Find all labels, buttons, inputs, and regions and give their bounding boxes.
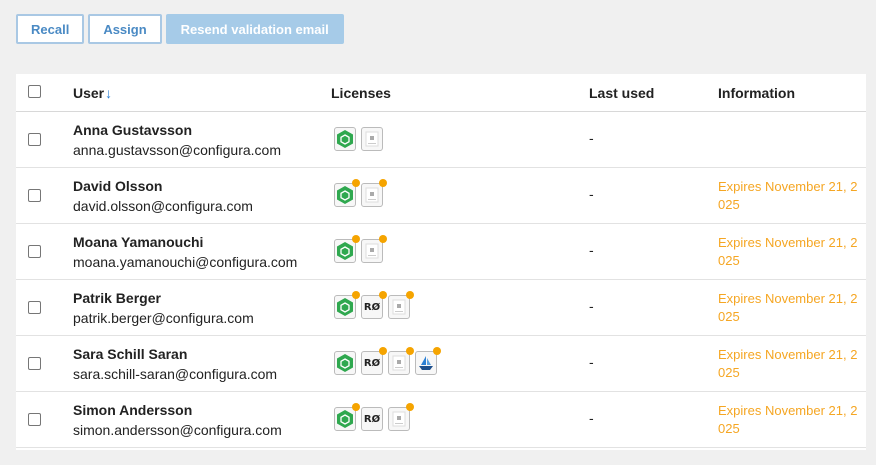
pending-indicator-dot (352, 179, 360, 187)
pending-indicator-dot (406, 347, 414, 355)
last-used-value: - (589, 298, 594, 314)
license-list: RØ (334, 403, 414, 431)
pending-indicator-dot (433, 347, 441, 355)
column-header-licenses: Licenses (331, 85, 391, 101)
user-name: Moana Yamanouchi (73, 234, 204, 250)
expiry-info: Expires November 21, 2025 (718, 403, 858, 436)
user-email: sara.schill-saran@configura.com (73, 366, 278, 382)
resend-validation-email-button[interactable]: Resend validation email (165, 14, 344, 44)
license-badge[interactable]: RØ (361, 291, 387, 319)
pending-indicator-dot (379, 291, 387, 299)
last-used-value: - (589, 410, 594, 426)
pending-indicator-dot (406, 403, 414, 411)
license-badge[interactable] (415, 347, 441, 375)
user-email: moana.yamanouchi@configura.com (73, 254, 298, 270)
sort-down-arrow-icon: ↓ (105, 85, 113, 101)
document-icon (365, 187, 379, 203)
column-header-last-used: Last used (589, 85, 655, 101)
hexagon-icon (337, 354, 353, 372)
row-checkbox[interactable] (28, 357, 41, 370)
license-badge[interactable]: RØ (361, 347, 387, 375)
expiry-info: Expires November 21, 2025 (718, 235, 858, 268)
hexagon-icon (337, 186, 353, 204)
table-row[interactable]: Patrik Berger patrik.berger@configura.com… (16, 280, 866, 336)
column-header-user-label: User (73, 85, 105, 101)
license-list: RØ (334, 347, 441, 375)
table-header: User↓ Licenses Last used Information (16, 74, 866, 112)
pending-indicator-dot (379, 347, 387, 355)
row-checkbox[interactable] (28, 301, 41, 314)
assign-button[interactable]: Assign (88, 14, 162, 44)
row-checkbox[interactable] (28, 189, 41, 202)
license-list: RØ (334, 291, 414, 319)
user-name: Sara Schill Saran (73, 346, 188, 362)
user-name: Anna Gustavsson (73, 122, 193, 138)
last-used-value: - (589, 186, 594, 202)
table-row[interactable]: Anna Gustavsson anna.gustavsson@configura… (16, 112, 866, 168)
recall-button[interactable]: Recall (16, 14, 85, 44)
license-badge[interactable]: RØ (361, 407, 383, 431)
license-badge[interactable] (388, 347, 414, 375)
users-table: User↓ Licenses Last used Information Ann… (16, 74, 866, 450)
expiry-info: Expires November 21, 2025 (718, 347, 858, 380)
last-used-value: - (589, 354, 594, 370)
user-name: David Olsson (73, 178, 163, 194)
hexagon-icon (337, 130, 353, 148)
ro-license-label: RØ (363, 301, 381, 313)
license-badge[interactable] (334, 351, 356, 375)
last-used-value: - (589, 130, 594, 146)
table-row[interactable]: David Olsson david.olsson@configura.com - E… (16, 168, 866, 224)
license-badge[interactable] (334, 179, 360, 207)
pending-indicator-dot (379, 179, 387, 187)
document-icon (365, 131, 379, 147)
user-email: anna.gustavsson@configura.com (73, 142, 281, 158)
user-email: patrik.berger@configura.com (73, 310, 254, 326)
select-all-checkbox[interactable] (28, 85, 41, 98)
document-icon (392, 299, 406, 315)
hexagon-icon (337, 298, 353, 316)
license-badge[interactable] (334, 127, 356, 151)
last-used-value: - (589, 242, 594, 258)
row-checkbox[interactable] (28, 133, 41, 146)
expiry-info: Expires November 21, 2025 (718, 179, 858, 212)
row-checkbox[interactable] (28, 245, 41, 258)
hexagon-icon (337, 410, 353, 428)
license-list (334, 127, 383, 151)
pending-indicator-dot (352, 403, 360, 411)
license-list (334, 179, 387, 207)
pending-indicator-dot (352, 291, 360, 299)
pending-indicator-dot (379, 235, 387, 243)
license-badge[interactable] (388, 291, 414, 319)
row-checkbox[interactable] (28, 413, 41, 426)
license-badge[interactable] (334, 403, 360, 431)
table-row[interactable]: Simon Andersson simon.andersson@configura… (16, 392, 866, 448)
expiry-info: Expires November 21, 2025 (718, 291, 858, 324)
pending-indicator-dot (406, 291, 414, 299)
table-row[interactable]: Moana Yamanouchi moana.yamanouchi@configu… (16, 224, 866, 280)
ro-license-label: RØ (363, 357, 381, 369)
document-icon (392, 355, 406, 371)
user-email: simon.andersson@configura.com (73, 422, 282, 438)
license-badge[interactable] (361, 127, 383, 151)
column-header-information: Information (718, 85, 795, 101)
column-header-user[interactable]: User↓ (73, 85, 112, 101)
ro-license-label: RØ (363, 413, 381, 425)
document-icon (392, 411, 406, 427)
table-row[interactable]: Sara Schill Saran sara.schill-saran@confi… (16, 336, 866, 392)
ship-icon (417, 354, 435, 372)
license-list (334, 235, 387, 263)
user-name: Patrik Berger (73, 290, 161, 306)
license-badge[interactable] (361, 235, 387, 263)
license-badge[interactable] (334, 291, 360, 319)
pending-indicator-dot (352, 235, 360, 243)
license-badge[interactable] (388, 403, 414, 431)
toolbar: Recall Assign Resend validation email (16, 14, 344, 44)
license-badge[interactable] (361, 179, 387, 207)
document-icon (365, 243, 379, 259)
user-name: Simon Andersson (73, 402, 193, 418)
user-email: david.olsson@configura.com (73, 198, 253, 214)
license-badge[interactable] (334, 235, 360, 263)
hexagon-icon (337, 242, 353, 260)
